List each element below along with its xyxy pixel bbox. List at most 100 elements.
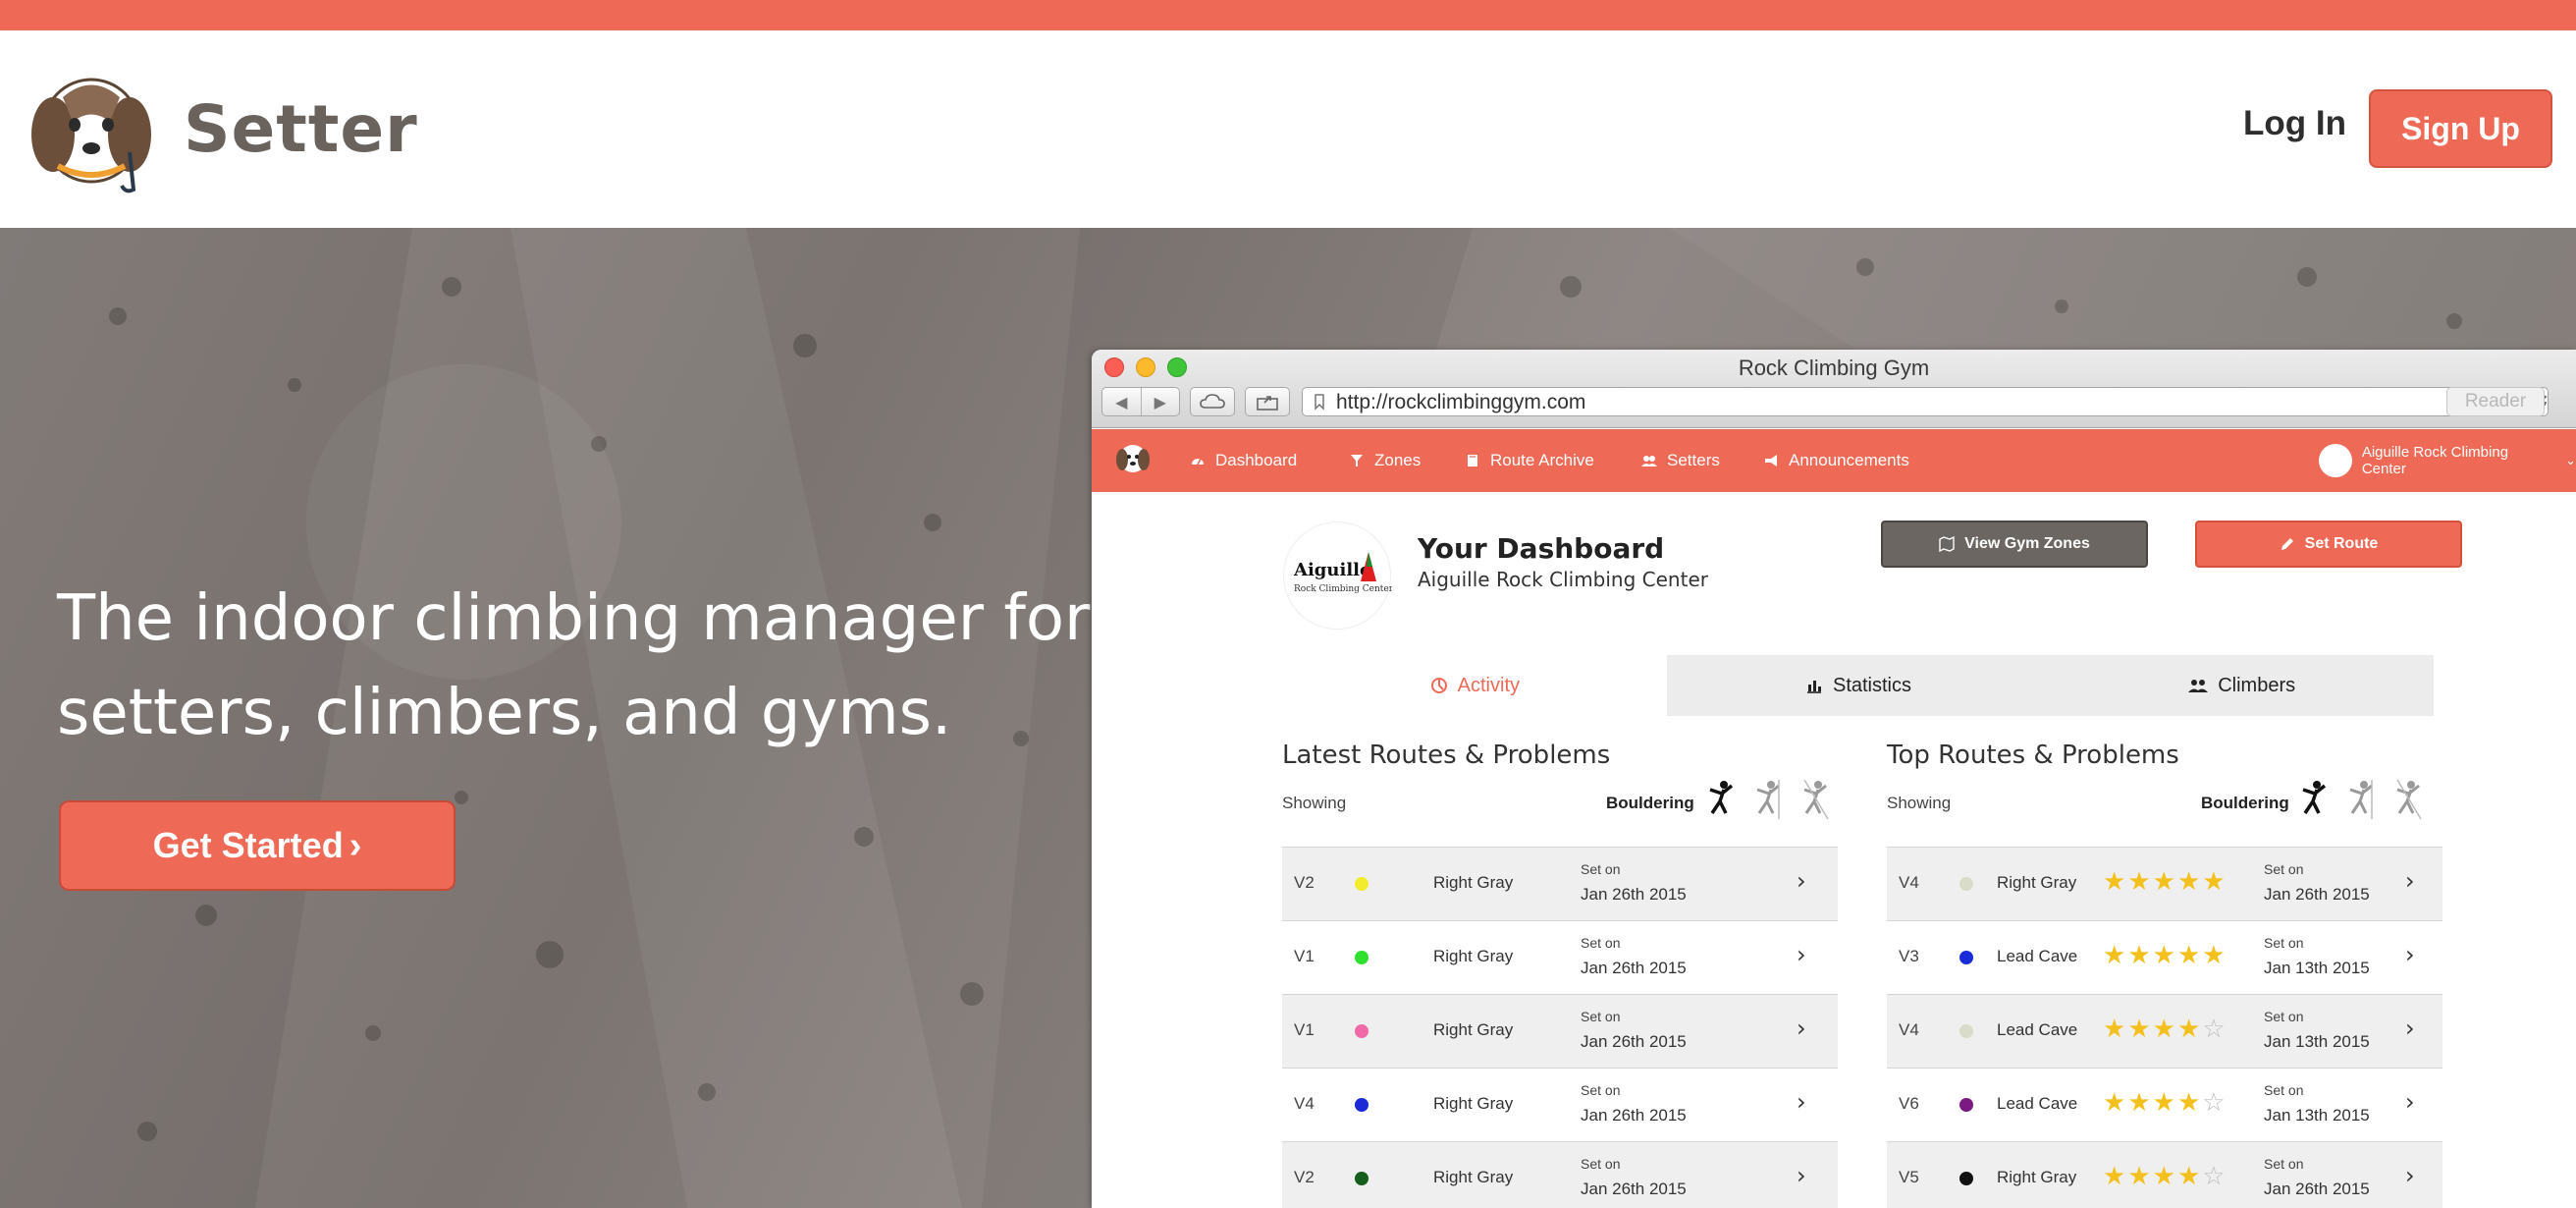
top-rope-climber-icon[interactable] (1751, 780, 1785, 819)
nav-zones[interactable]: Zones (1349, 429, 1421, 492)
bouldering-climber-icon[interactable] (2297, 780, 2331, 819)
route-zone: Lead Cave (1997, 1020, 2078, 1039)
icloud-tabs-button[interactable] (1190, 387, 1235, 416)
url-text[interactable]: http://rockclimbinggym.com (1336, 391, 1585, 414)
star-filled-icon: ★ (2127, 1088, 2151, 1118)
star-filled-icon: ★ (2176, 867, 2201, 897)
reader-button[interactable]: Reader (2446, 387, 2545, 416)
route-row[interactable]: V4 Lead Cave Set on Jan 13th 2015 › ★ ★ ★ ★ ☆ (1887, 994, 2442, 1068)
lead-climber-icon[interactable] (1798, 780, 1832, 819)
signup-button[interactable]: Sign Up (2369, 89, 2552, 168)
dashboard-title: Your Dashboard (1418, 532, 1665, 565)
star-filled-icon: ★ (2152, 1015, 2175, 1044)
route-row[interactable]: V2 Right Gray Set on Jan 26th 2015 › (1282, 1141, 1838, 1208)
star-empty-icon: ☆ (2202, 1015, 2226, 1044)
gym-account-menu[interactable]: Aiguille Rock Climbing Center ⌄ (2319, 429, 2576, 492)
dog-logo-icon[interactable] (24, 68, 159, 195)
star-empty-icon: ☆ (2202, 1162, 2226, 1191)
site-header: Setter Log In Sign Up (0, 30, 2576, 228)
route-grade: V2 (1294, 1168, 1315, 1186)
svg-text:Rock Climbing Center: Rock Climbing Center (1294, 584, 1392, 594)
view-gym-zones-button[interactable]: View Gym Zones (1881, 521, 2148, 568)
bar-chart-icon (1806, 681, 1821, 693)
login-link[interactable]: Log In (2243, 104, 2346, 143)
route-date: Jan 26th 2015 (1581, 959, 1687, 977)
route-row[interactable]: V1 Right Gray Set on Jan 26th 2015 › (1282, 920, 1838, 994)
top-rope-climber-icon[interactable] (2344, 780, 2378, 819)
route-zone: Lead Cave (1997, 947, 2078, 965)
chevron-right-icon: › (1797, 867, 1806, 895)
set-on-label: Set on (1581, 1082, 1621, 1098)
app-navbar: Dashboard Zones Route Archive Setters An… (1092, 429, 2576, 492)
forward-arrow-icon[interactable]: ▶ (1140, 388, 1180, 415)
route-date: Jan 13th 2015 (2264, 959, 2370, 977)
route-row[interactable]: V1 Right Gray Set on Jan 26th 2015 › (1282, 994, 1838, 1068)
dashboard-subtitle: Aiguille Rock Climbing Center (1418, 568, 1708, 591)
bookmark-icon (1315, 394, 1324, 411)
brand-name[interactable]: Setter (184, 91, 418, 167)
tab-climbers[interactable]: Climbers (2050, 655, 2434, 716)
filter-type-label: Bouldering (1606, 794, 1694, 812)
route-row[interactable]: V6 Lead Cave Set on Jan 13th 2015 › ★ ★ ★ ★ ☆ (1887, 1068, 2442, 1141)
gym-avatar (2319, 444, 2352, 477)
hero-title-line-1: The indoor climbing manager for (57, 582, 1091, 655)
filter-type-label: Bouldering (2201, 794, 2289, 812)
route-row[interactable]: V4 Right Gray Set on Jan 26th 2015 › (1282, 1068, 1838, 1141)
nav-dashboard[interactable]: Dashboard (1190, 429, 1297, 492)
nav-announcements[interactable]: Announcements (1763, 429, 1909, 492)
route-row[interactable]: V5 Right Gray Set on Jan 26th 2015 › ★ ★ ★ ★ ☆ (1887, 1141, 2442, 1208)
route-color-dot (1959, 1172, 1973, 1185)
set-on-label: Set on (2264, 1156, 2304, 1172)
browser-toolbar: Rock Climbing Gym ◀ ▶ http://rockclimbin… (1092, 350, 2576, 428)
route-row[interactable]: V2 Right Gray Set on Jan 26th 2015 › (1282, 847, 1838, 920)
back-arrow-icon[interactable]: ◀ (1102, 388, 1141, 415)
route-color-dot (1355, 1098, 1368, 1112)
route-date: Jan 26th 2015 (2264, 885, 2370, 904)
gym-name-label: Aiguille Rock Climbing Center (2361, 444, 2509, 477)
star-filled-icon: ★ (2176, 941, 2201, 970)
route-grade: V2 (1294, 873, 1315, 892)
share-button[interactable] (1245, 387, 1290, 416)
tab-statistics[interactable]: Statistics (1667, 655, 2051, 716)
latest-routes-section: Latest Routes & Problems Showing Boulder… (1282, 741, 1838, 1208)
nav-route-archive-label: Route Archive (1490, 451, 1594, 469)
window-title: Rock Climbing Gym (1738, 356, 1930, 380)
bouldering-climber-icon[interactable] (1704, 780, 1738, 819)
star-filled-icon: ★ (2103, 1162, 2126, 1191)
chevron-right-icon: › (1797, 1015, 1806, 1042)
lead-climber-icon[interactable] (2391, 780, 2425, 819)
hero-title-line-2: setters, climbers, and gyms. (57, 677, 952, 749)
star-filled-icon: ★ (2103, 1088, 2126, 1118)
address-bar[interactable]: http://rockclimbinggym.com (1302, 387, 2549, 416)
route-color-dot (1355, 1024, 1368, 1038)
star-filled-icon: ★ (2127, 867, 2151, 897)
chevron-down-icon: ⌄ (2565, 453, 2576, 467)
set-route-button[interactable]: Set Route (2195, 521, 2462, 568)
top-routes-list: V4 Right Gray Set on Jan 26th 2015 › ★ ★ ★ ★ ★ V3 L… (1887, 847, 2442, 1208)
tab-activity[interactable]: Activity (1283, 655, 1667, 716)
top-accent-bar (0, 0, 2576, 30)
route-row[interactable]: V3 Lead Cave Set on Jan 13th 2015 › ★ ★ ★ ★ ★ (1887, 920, 2442, 994)
star-filled-icon: ★ (2176, 1015, 2201, 1044)
route-grade: V4 (1294, 1094, 1315, 1113)
route-zone: Right Gray (1997, 873, 2077, 892)
route-zone: Right Gray (1433, 1020, 1514, 1039)
get-started-button[interactable]: Get Started › (59, 800, 456, 891)
route-color-dot (1355, 951, 1368, 964)
route-row[interactable]: V4 Right Gray Set on Jan 26th 2015 › ★ ★ ★ ★ ★ (1887, 847, 2442, 920)
showing-label: Showing (1282, 794, 1347, 812)
route-zone: Right Gray (1433, 1094, 1514, 1113)
rating-stars: ★ ★ ★ ★ ★ (2103, 869, 2226, 895)
users-icon (1641, 456, 1657, 467)
star-filled-icon: ★ (2202, 941, 2226, 970)
nav-route-archive[interactable]: Route Archive (1465, 429, 1594, 492)
map-icon (1939, 536, 1955, 552)
route-date: Jan 26th 2015 (2264, 1180, 2370, 1198)
nav-setters[interactable]: Setters (1641, 429, 1720, 492)
star-filled-icon: ★ (2176, 1088, 2201, 1118)
view-gym-zones-label: View Gym Zones (1964, 535, 2090, 552)
nav-zones-label: Zones (1374, 451, 1422, 469)
hero-title: The indoor climbing manager for setters,… (57, 572, 1091, 760)
route-color-dot (1355, 877, 1368, 891)
app-dog-logo-icon[interactable] (1113, 439, 1153, 478)
